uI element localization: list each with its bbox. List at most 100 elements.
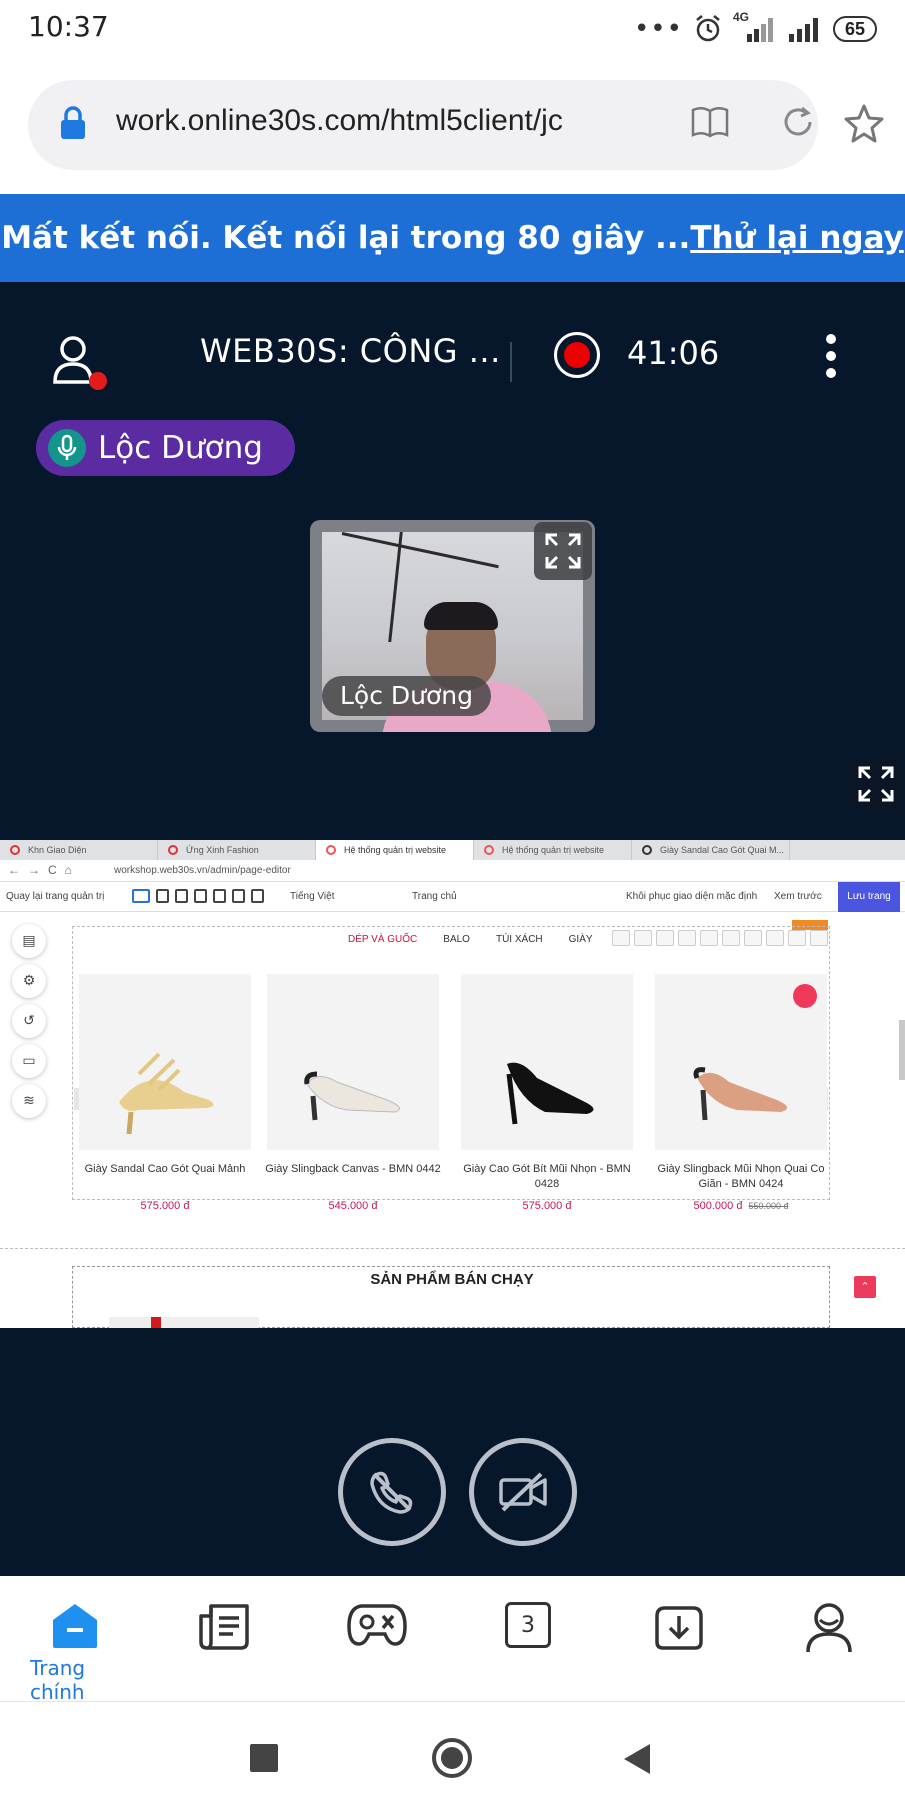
more-options-icon[interactable] [824,334,838,378]
network-type: 4G [732,10,749,24]
black-heel-image [461,974,633,1150]
menu-item: TÚI XÁCH [495,934,543,945]
nav-news[interactable] [180,1602,270,1652]
layers-icon: ≋ [12,1084,46,1118]
product-name: Giày Slingback Canvas - BMN 0442 [265,1163,441,1175]
browser-tab[interactable]: Ứng Xinh Fashion [158,840,316,860]
shared-address-bar: ←→C⌂ workshop.web30s.vn/admin/page-edito… [0,860,905,882]
expand-icon[interactable] [534,522,592,580]
product-price: 575.000 đ [522,1200,572,1212]
product-name: Giày Cao Gót Bít Mũi Nhọn - BMN 0428 [463,1163,631,1190]
browser-tab[interactable]: Giày Sandal Cao Gót Quai M... [632,840,790,860]
reload-icon[interactable] [780,104,816,140]
bestseller-title: SẢN PHẨM BÁN CHẠY [370,1271,534,1288]
layout-icon: ▭ [12,1044,46,1078]
menu-item: BALO [443,934,470,945]
status-time: 10:37 [28,10,109,43]
browser-tab-active[interactable]: Hệ thống quản trị website [316,840,474,860]
microphone-icon [48,429,86,467]
slingback-shoe-image [267,974,439,1150]
fullscreen-expand-icon[interactable] [848,756,904,812]
browser-tabs: Khn Giao Diện Ứng Xinh Fashion Hệ thống … [0,840,905,860]
scroll-to-top-icon: ⌃ [854,1276,876,1298]
product-thumb-accent [151,1317,161,1328]
product-card: Giày Slingback Mũi Nhọn Quai Co Giãn - B… [652,974,830,1212]
lock-icon [61,106,85,139]
shared-url: workshop.web30s.vn/admin/page-editor [114,865,291,876]
profile-icon [806,1603,852,1653]
bestseller-section: SẢN PHẨM BÁN CHẠY [72,1266,830,1328]
product-name: Giày Slingback Mũi Nhọn Quai Co Giãn - B… [657,1163,825,1190]
download-icon [655,1606,703,1650]
gamepad-icon [347,1604,407,1646]
editor-toolbar: Quay lại trang quản trị Tiếng Việt Trang… [0,882,905,912]
device-preview-icons [132,889,264,903]
bottom-navigation: Trang chính 3 [0,1576,905,1704]
current-speaker-pill: Lộc Dương [36,420,295,476]
divider [510,342,512,382]
nav-tabs[interactable]: 3 [483,1602,573,1648]
reader-mode-icon[interactable] [690,104,730,140]
tab-count: 3 [521,1612,535,1638]
status-icons: ••• 4G 65 [634,10,877,46]
nav-games[interactable] [332,1602,422,1648]
recording-timer: 41:06 [627,334,720,372]
alarm-icon [696,15,720,42]
battery-icon: 65 [832,16,877,42]
system-navigation-bar [0,1702,905,1810]
section-divider [0,1248,905,1249]
url-text[interactable]: work.online30s.com/html5client/jc [116,104,646,138]
page-icon: ▤ [12,924,46,958]
status-bar: 10:37 ••• 4G 65 [0,0,905,58]
meeting-area: WEB30S: CÔNG ... 41:06 Lộc Dương Lộc Dươ… [0,282,905,1576]
scrollbar [899,1020,905,1080]
bookmark-star-icon[interactable] [842,102,886,146]
toggle-video-button[interactable] [469,1438,577,1546]
product-price: 545.000 đ [328,1200,378,1212]
notification-dot [89,372,107,390]
menu-item: DÉP VÀ GUỐC [348,934,418,945]
page-select: Trang chủ [412,891,457,902]
video-tile-name: Lộc Dương [322,676,492,716]
back-to-admin-link: Quay lại trang quản trị [6,891,105,902]
nav-home[interactable]: Trang chính [30,1602,120,1704]
browser-tab[interactable]: Hệ thống quản trị website [474,840,632,860]
nav-home-label: Trang chính [30,1656,86,1704]
block-toolbar [612,930,828,946]
leave-audio-button[interactable] [338,1438,446,1546]
webcam-video-tile[interactable]: Lộc Dương [310,520,595,732]
home-button-icon[interactable] [432,1738,472,1778]
save-page-button: Lưu trang [838,882,900,912]
video-off-icon [499,1472,547,1512]
restore-default-button: Khôi phục giao diện mặc định [626,891,758,902]
nude-slingback-image [655,974,827,1150]
meeting-title[interactable]: WEB30S: CÔNG ... [200,332,501,370]
back-icon[interactable] [622,1742,652,1776]
banner-message: Mất kết nối. Kết nối lại trong 80 giây .… [1,220,691,256]
shop-menu: DÉP VÀ GUỐC BALO TÚI XÁCH GIÀY [348,934,593,945]
product-card: Giày Sandal Cao Gót Quai Mảnh 575.000 đ [76,974,254,1212]
speaker-name: Lộc Dương [98,430,263,466]
history-icon: ↺ [12,1004,46,1038]
product-thumb [109,1317,259,1328]
signal-icon: 4G [733,10,777,44]
product-price: 500.000 đ 550.000 đ [693,1200,789,1212]
product-card: Giày Slingback Canvas - BMN 0442 545.000… [264,974,442,1212]
phone-off-icon [370,1471,413,1514]
settings-icon: ⚙ [12,964,46,998]
address-bar[interactable]: work.online30s.com/html5client/jc [28,80,818,170]
recording-icon[interactable] [554,332,600,378]
nav-profile[interactable] [784,1602,874,1654]
menu-item: GIÀY [568,934,593,945]
tabs-count-icon: 3 [505,1602,551,1648]
product-card: Giày Cao Gót Bít Mũi Nhọn - BMN 0428 575… [458,974,636,1212]
product-name: Giày Sandal Cao Gót Quai Mảnh [84,1163,246,1175]
nav-downloads[interactable] [634,1602,724,1652]
shared-screen: Khn Giao Diện Ứng Xinh Fashion Hệ thống … [0,840,905,1328]
connection-lost-banner: Mất kết nối. Kết nối lại trong 80 giây .… [0,194,905,282]
retry-now-link[interactable]: Thử lại ngay [690,220,903,256]
browser-tab[interactable]: Khn Giao Diện [0,840,158,860]
recent-apps-icon[interactable] [250,1744,278,1772]
sandal-image [79,974,251,1150]
editor-side-tools: ▤ ⚙ ↺ ▭ ≋ [12,924,46,1124]
